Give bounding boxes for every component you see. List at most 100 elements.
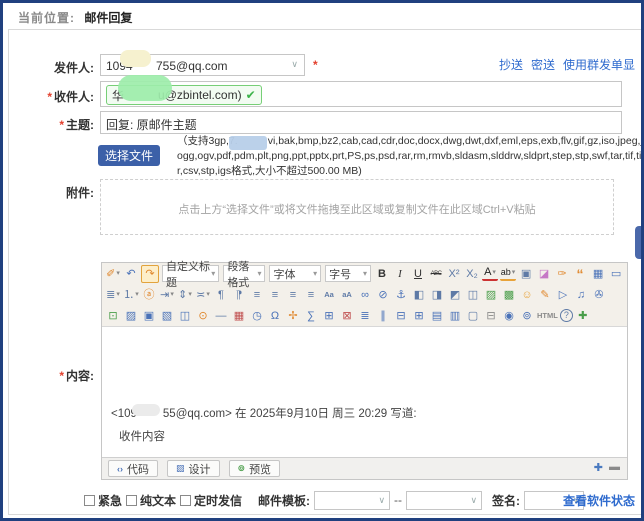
insert-image-icon[interactable]: ▨ [483,287,499,303]
lowercase-icon[interactable]: aA [339,287,355,303]
format-painter-icon[interactable]: ✑ [554,266,570,282]
print-icon[interactable]: ⊟ [483,308,499,324]
insert-link-icon[interactable]: ∞ [357,287,373,303]
template-select-1[interactable] [314,490,391,510]
bordered-text-icon[interactable]: ▣ [518,266,534,282]
insert-screen-icon[interactable]: ▭ [608,266,624,282]
underline-icon[interactable]: U [410,266,426,282]
insert-calendar-icon[interactable]: ▦ [590,266,606,282]
attachment-dropzone[interactable]: 点击上方“选择文件”或将文件拖拽至此区域或复制文件在此区域Ctrl+V粘贴 [100,179,614,235]
image-library-icon[interactable]: ▨ [123,308,139,324]
indent-icon[interactable]: ⇥ [159,287,175,303]
merge-cells-icon[interactable]: ⊟ [393,308,409,324]
checkbox-scheduled-send[interactable]: 定时发信 [180,492,242,509]
image-float-left-icon[interactable]: ◧ [411,287,427,303]
insert-seal-icon[interactable]: ✢ [285,308,301,324]
new-document-icon[interactable]: ▢ [465,308,481,324]
align-justify-icon[interactable]: ≡ [303,287,319,303]
cc-link[interactable]: 抄送 [499,56,523,73]
insert-time-icon[interactable]: ◷ [249,308,265,324]
choose-file-button[interactable]: 选择文件 [98,145,160,166]
subject-value: 回复: 原邮件主题 [106,118,197,132]
recipient-input[interactable]: 华 u@zbintel.com) ✔ [100,81,622,107]
italic-icon[interactable]: I [392,266,408,282]
paragraph-spacing-icon[interactable]: ≍ [195,287,211,303]
sender-label: 发件人: [3,59,94,76]
special-characters-icon[interactable]: Ω [267,308,283,324]
custom-title-select[interactable]: 自定义标题 ▾ [162,261,220,289]
ordered-list-icon[interactable]: ⒈ [123,287,139,303]
html-source-icon[interactable]: HTML [537,308,558,324]
insert-row-icon[interactable]: ≣ [357,308,373,324]
expand-editor-icon[interactable]: ✚ [594,461,603,474]
font-size-select[interactable]: 字号 ▾ [325,265,372,282]
delete-table-icon[interactable]: ⊠ [339,308,355,324]
font-family-select[interactable]: 字体 ▾ [269,265,322,282]
superscript-icon[interactable]: X² [446,266,462,282]
insert-map-icon[interactable]: ⊡ [105,308,121,324]
paragraph-format-select[interactable]: 段落格式 ▾ [223,261,266,289]
group-send-link[interactable]: 使用群发单显 [563,56,635,73]
preview-page-icon[interactable]: ⊚ [519,308,535,324]
snapshot-icon[interactable]: ⊙ [195,308,211,324]
editor-tab-preview[interactable]: ⊚ 预览 [228,460,281,477]
unlink-icon[interactable]: ⊘ [375,287,391,303]
checkbox-urgent[interactable]: 紧急 [84,492,122,509]
attach-file-icon[interactable]: ✇ [591,287,607,303]
insert-table-icon[interactable]: ⊞ [321,308,337,324]
cell-properties-icon[interactable]: ▥ [447,308,463,324]
insert-date-icon[interactable]: ▦ [231,308,247,324]
strikethrough-icon[interactable]: ABC [428,266,444,282]
image-center-icon[interactable]: ◫ [465,287,481,303]
bullet-list-icon[interactable]: ≣ [105,287,121,303]
image-inline-icon[interactable]: ◨ [429,287,445,303]
option-checkboxes: 紧急 纯文本 定时发信 [84,492,242,509]
undo-icon[interactable]: ↶ [123,266,139,282]
toggle-more-icon[interactable]: ✚ [575,308,591,324]
blockquote-icon[interactable]: “ [572,266,588,282]
shrink-editor-icon[interactable]: ▬ [609,461,620,473]
eraser-icon[interactable]: ◪ [536,266,552,282]
table-properties-icon[interactable]: ▤ [429,308,445,324]
bold-icon[interactable]: B [374,266,390,282]
uppercase-icon[interactable]: Aa [321,287,337,303]
template-select-2[interactable] [406,490,483,510]
split-cells-icon[interactable]: ⊞ [411,308,427,324]
checkbox-scheduled-send-label: 定时发信 [194,493,243,508]
editor-tab-design[interactable]: ▨ 设计 [167,460,220,477]
ltr-paragraph-icon[interactable]: ¶ [213,287,229,303]
subscript-icon[interactable]: X₂ [464,266,480,282]
insert-music-icon[interactable]: ♫ [573,287,589,303]
editor-tab-code[interactable]: ‹› 代码 [108,460,158,477]
search-replace-icon[interactable]: ◉ [501,308,517,324]
insert-column-icon[interactable]: ∥ [375,308,391,324]
insert-video-icon[interactable]: ▷ [555,287,571,303]
bcc-link[interactable]: 密送 [531,56,555,73]
rtl-paragraph-icon[interactable]: ¶ [231,287,247,303]
help-icon[interactable]: ? [559,309,573,322]
paint-format-icon[interactable]: ✐ [105,266,121,282]
insert-iframe-icon[interactable]: ▣ [141,308,157,324]
subject-input[interactable]: 回复: 原邮件主题 [100,111,622,134]
insert-formula-icon[interactable]: ∑ [303,308,319,324]
emoticon-icon[interactable]: ☺ [519,287,535,303]
redo-icon[interactable]: ↷ [141,264,159,283]
anchor-icon[interactable]: ⚓ [393,287,409,303]
scrawl-icon[interactable]: ✎ [537,287,553,303]
align-left-icon[interactable]: ≡ [249,287,265,303]
horizontal-rule-icon[interactable]: — [213,308,229,324]
image-float-right-icon[interactable]: ◩ [447,287,463,303]
align-center-icon[interactable]: ≡ [267,287,283,303]
photo-manager-icon[interactable]: ▩ [501,287,517,303]
vertical-scrollbar-thumb[interactable] [635,226,641,259]
line-height-icon[interactable]: ⇕ [177,287,193,303]
page-break-icon[interactable]: ▧ [159,308,175,324]
highlight-color-icon[interactable]: ab [500,267,517,281]
auto-typeset-icon[interactable]: ⓐ [141,287,157,303]
insert-columns-icon[interactable]: ◫ [177,308,193,324]
editor-body[interactable]: <109 55@qq.com> 在 2025年9月10日 周三 20:29 写道:… [102,327,627,462]
checkbox-plain-text[interactable]: 纯文本 [126,492,176,509]
align-right-icon[interactable]: ≡ [285,287,301,303]
software-status-link[interactable]: 查看软件状态 [563,492,635,509]
font-color-icon[interactable]: A [482,267,499,281]
